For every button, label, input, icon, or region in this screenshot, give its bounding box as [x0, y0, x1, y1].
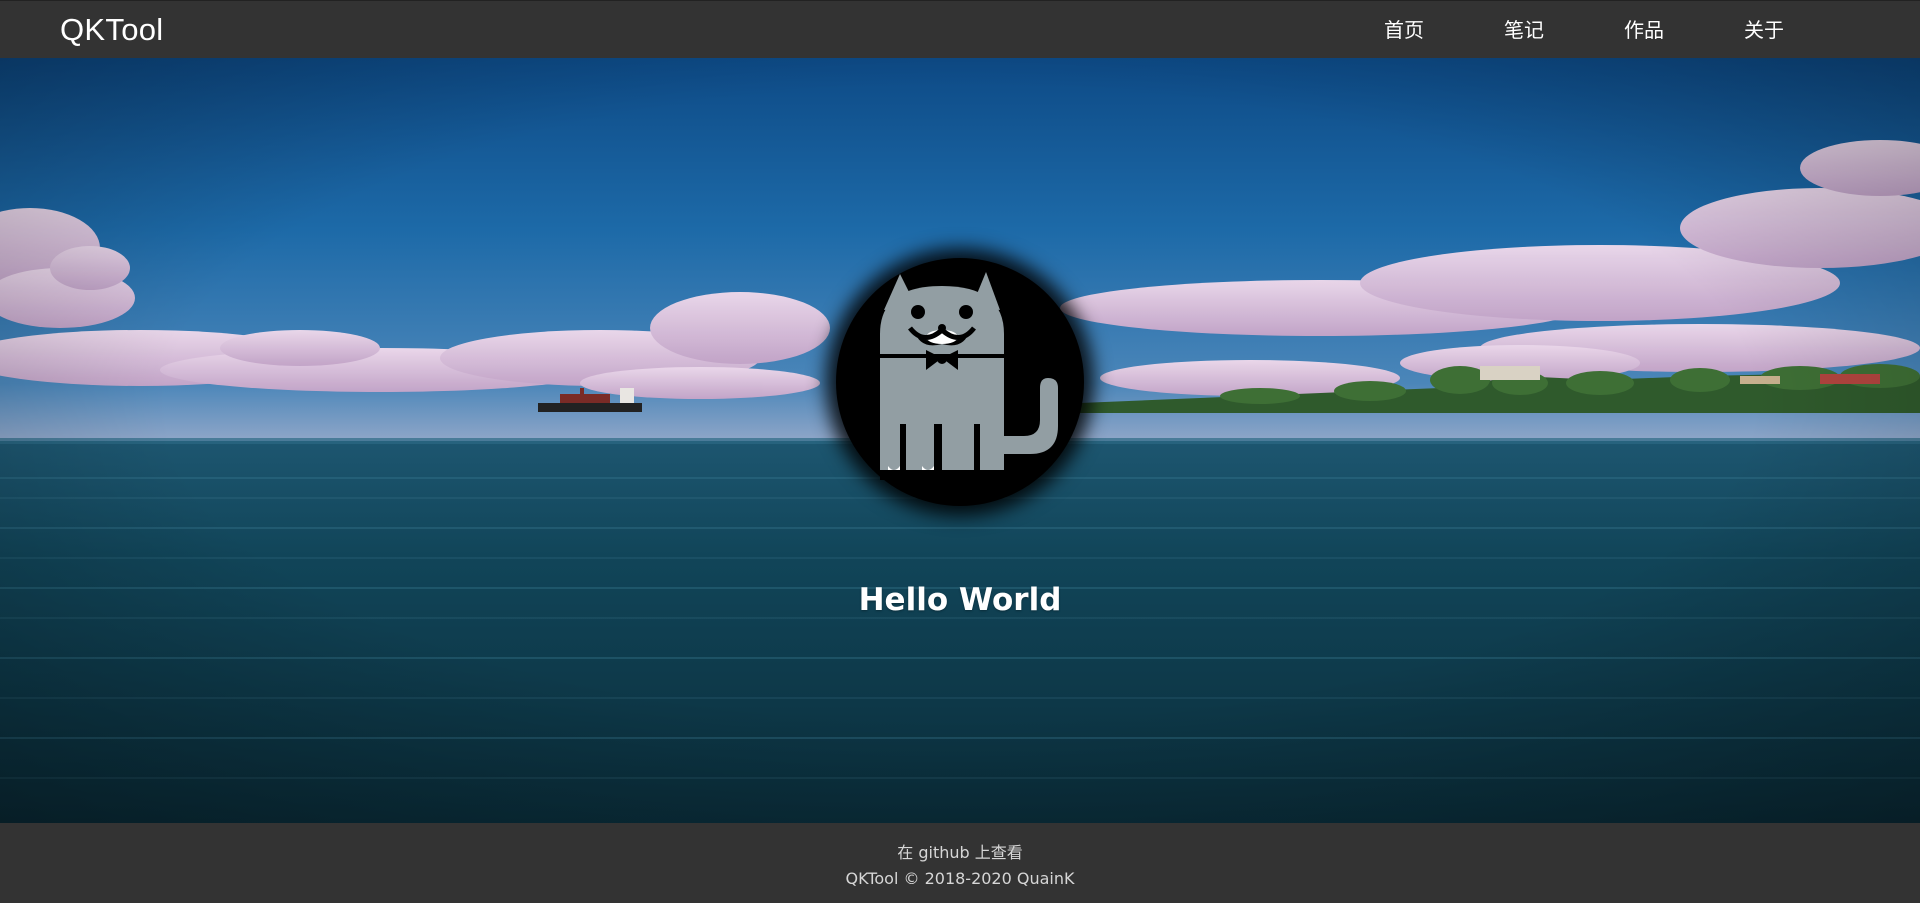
top-navbar: QKTool 首页 笔记 作品 关于 — [0, 0, 1920, 58]
nav-link-home[interactable]: 首页 — [1344, 1, 1464, 59]
nav-link-works[interactable]: 作品 — [1584, 1, 1704, 59]
footer-github-line: 在 github 上查看 — [0, 839, 1920, 863]
footer-copyright: QKTool © 2018-2020 QuainK — [845, 869, 1075, 888]
footer-github-suffix: 上查看 — [969, 843, 1023, 862]
footer: 在 github 上查看 QKTool © 2018-2020 QuainK — [0, 823, 1920, 903]
nav-link-notes[interactable]: 笔记 — [1464, 1, 1584, 59]
nav-link-about[interactable]: 关于 — [1704, 1, 1824, 59]
footer-github-prefix: 在 — [897, 843, 919, 862]
hero-section: Hello World — [0, 58, 1920, 823]
brand-logo-link[interactable]: QKTool — [60, 12, 163, 48]
android-cat-icon — [880, 272, 1058, 480]
hero-title: Hello World — [858, 582, 1062, 618]
avatar — [836, 258, 1084, 506]
github-link[interactable]: github — [918, 843, 969, 862]
nav-links: 首页 笔记 作品 关于 — [1344, 1, 1824, 59]
